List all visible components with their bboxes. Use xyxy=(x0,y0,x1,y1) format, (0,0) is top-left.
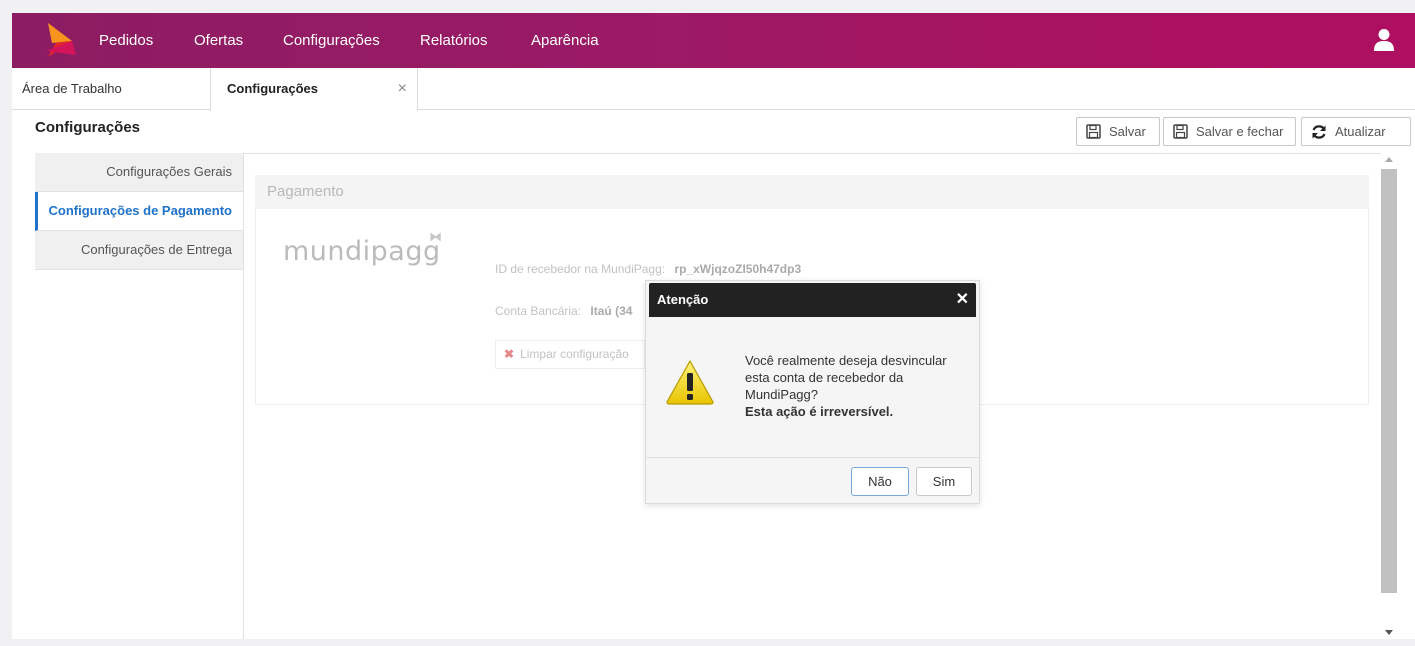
sidebar-item-delivery[interactable]: Configurações de Entrega xyxy=(35,231,243,270)
tab-label: Área de Trabalho xyxy=(22,81,122,96)
tab-area-de-trabalho[interactable]: Área de Trabalho xyxy=(12,68,210,110)
dialog-question: Você realmente deseja desvincular esta c… xyxy=(745,353,947,402)
dialog-title: Atenção xyxy=(657,292,709,307)
nav-relatorios[interactable]: Relatórios xyxy=(420,13,488,68)
scroll-down-icon[interactable] xyxy=(1385,630,1393,635)
refresh-icon xyxy=(1312,124,1326,139)
top-nav-bar: Pedidos Ofertas Configurações Relatórios… xyxy=(12,13,1415,68)
clear-configuration-label: Limpar configuração xyxy=(520,347,629,361)
no-button[interactable]: Não xyxy=(851,467,909,496)
sidebar-item-general[interactable]: Configurações Gerais xyxy=(35,153,243,192)
yes-button[interactable]: Sim xyxy=(916,467,972,496)
refresh-label: Atualizar xyxy=(1335,124,1386,139)
payment-panel-heading: Pagamento xyxy=(255,175,1369,209)
tab-configuracoes[interactable]: Configurações × xyxy=(210,68,418,111)
close-icon[interactable]: ✕ xyxy=(956,283,969,317)
brand-logo-icon[interactable] xyxy=(42,21,78,59)
save-button[interactable]: Salvar xyxy=(1076,117,1160,146)
nav-ofertas[interactable]: Ofertas xyxy=(194,13,243,68)
vertical-scrollbar[interactable] xyxy=(1381,153,1397,639)
app-window: Pedidos Ofertas Configurações Relatórios… xyxy=(12,13,1415,639)
bowtie-icon: ⧓ xyxy=(429,230,443,245)
floppy-disk-icon xyxy=(1173,124,1188,139)
bank-account-value: Itaú (34 xyxy=(590,304,633,318)
scroll-up-icon[interactable] xyxy=(1385,157,1393,162)
scrollbar-thumb[interactable] xyxy=(1381,169,1397,593)
warning-icon xyxy=(666,360,714,405)
close-icon[interactable]: × xyxy=(398,68,407,110)
floppy-disk-icon xyxy=(1086,124,1101,139)
mundipagg-logo-text: mundipagg xyxy=(283,236,441,267)
nav-configuracoes[interactable]: Configurações xyxy=(283,13,380,68)
tab-label: Configurações xyxy=(227,81,319,96)
sidebar-item-payment[interactable]: Configurações de Pagamento xyxy=(35,192,243,231)
dialog-header: Atenção ✕ xyxy=(649,283,976,317)
dialog-divider xyxy=(646,457,979,458)
settings-side-menu: Configurações Gerais Configurações de Pa… xyxy=(35,153,243,270)
tab-bar: Área de Trabalho Configurações × xyxy=(12,68,1415,111)
save-label: Salvar xyxy=(1109,124,1146,139)
bank-account-label: Conta Bancária: xyxy=(495,304,582,318)
dialog-warning: Esta ação é irreversível. xyxy=(745,404,894,419)
user-icon[interactable] xyxy=(1373,28,1395,52)
save-and-close-label: Salvar e fechar xyxy=(1196,124,1284,139)
nav-aparencia[interactable]: Aparência xyxy=(531,13,599,68)
receiver-id-row: ID de recebedor na MundiPagg: rp_xWjqzoZ… xyxy=(495,262,801,276)
nav-pedidos[interactable]: Pedidos xyxy=(99,13,153,68)
dialog-message: Você realmente deseja desvincular esta c… xyxy=(745,352,965,420)
receiver-id-label: ID de recebedor na MundiPagg: xyxy=(495,262,666,276)
bank-account-row: Conta Bancária: Itaú (34 xyxy=(495,304,632,318)
page-title: Configurações xyxy=(35,119,141,136)
receiver-id-value: rp_xWjqzoZI50h47dp3 xyxy=(674,262,802,276)
close-icon: ✖ xyxy=(504,347,515,361)
mundipagg-logo: mundipagg ⧓ xyxy=(283,230,442,267)
refresh-button[interactable]: Atualizar xyxy=(1301,117,1411,146)
confirm-dialog: Atenção ✕ Você realmente deseja desvincu… xyxy=(645,280,980,504)
save-and-close-button[interactable]: Salvar e fechar xyxy=(1163,117,1296,146)
clear-configuration-button[interactable]: ✖ Limpar configuração xyxy=(495,340,645,369)
